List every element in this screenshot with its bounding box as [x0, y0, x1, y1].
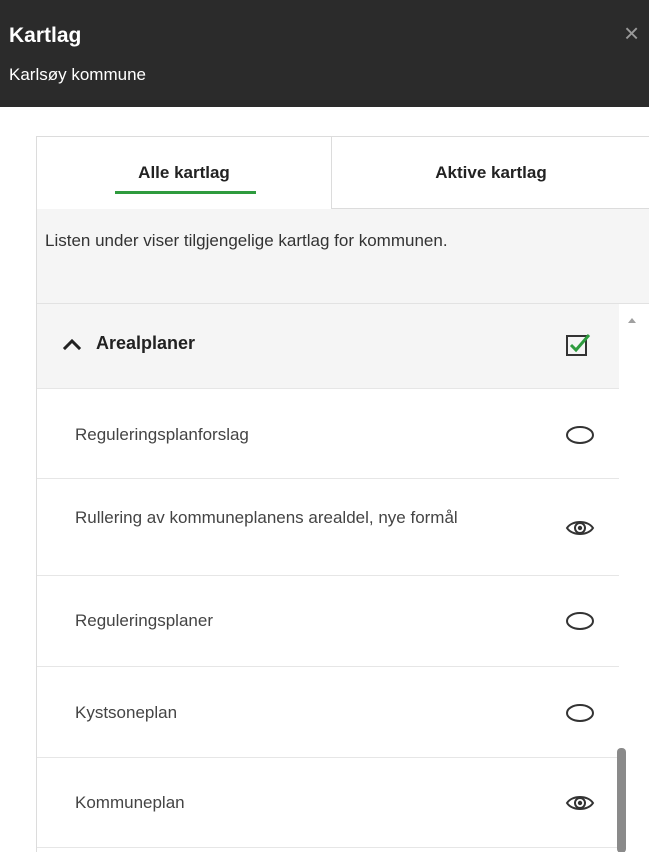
eye-closed-icon[interactable]: [564, 610, 596, 632]
layer-label: Rullering av kommuneplanens arealdel, ny…: [75, 508, 458, 527]
layer-row[interactable]: Kommuneplan: [37, 758, 619, 848]
eye-open-icon[interactable]: [564, 517, 596, 539]
layer-row[interactable]: Reguleringsplanforslag: [37, 389, 619, 479]
panel-header: Kartlag Karlsøy kommune ×: [0, 0, 649, 107]
panel-title: Kartlag: [9, 24, 82, 47]
eye-open-icon[interactable]: [564, 792, 596, 814]
tab-all-layers-label: Alle kartlag: [138, 163, 230, 182]
scroll-up-arrow-icon[interactable]: [625, 315, 639, 325]
group-header-arealplaner[interactable]: Arealplaner: [37, 304, 619, 389]
info-box: Listen under viser tilgjengelige kartlag…: [37, 209, 649, 304]
checkbox-checked-icon[interactable]: [565, 332, 591, 358]
layer-panel: Alle kartlag Aktive kartlag Listen under…: [36, 136, 649, 852]
info-text: Listen under viser tilgjengelige kartlag…: [45, 231, 448, 250]
eye-closed-icon[interactable]: [564, 424, 596, 446]
chevron-up-icon[interactable]: [60, 334, 84, 354]
close-icon[interactable]: ×: [624, 20, 649, 47]
tab-bar: Alle kartlag Aktive kartlag: [37, 137, 649, 209]
group-label: Arealplaner: [96, 333, 196, 353]
tab-all-layers[interactable]: Alle kartlag: [37, 137, 331, 209]
layer-label: Kystsoneplan: [75, 703, 178, 722]
layer-row[interactable]: Rullering av kommuneplanens arealdel, ny…: [37, 479, 619, 576]
layer-label: Kommuneplan: [75, 793, 185, 812]
tab-active-layers-label: Aktive kartlag: [435, 163, 547, 182]
layer-label: Reguleringsplaner: [75, 611, 213, 630]
layer-row[interactable]: Reguleringsplaner: [37, 576, 619, 667]
eye-closed-icon[interactable]: [564, 702, 596, 724]
active-tab-indicator: [115, 191, 256, 194]
panel-subtitle: Karlsøy kommune: [9, 65, 146, 84]
layer-row[interactable]: Kystsoneplan: [37, 667, 619, 758]
tab-active-layers[interactable]: Aktive kartlag: [331, 137, 649, 209]
layer-label: Reguleringsplanforslag: [75, 425, 249, 444]
scrollbar-thumb[interactable]: [617, 748, 626, 852]
